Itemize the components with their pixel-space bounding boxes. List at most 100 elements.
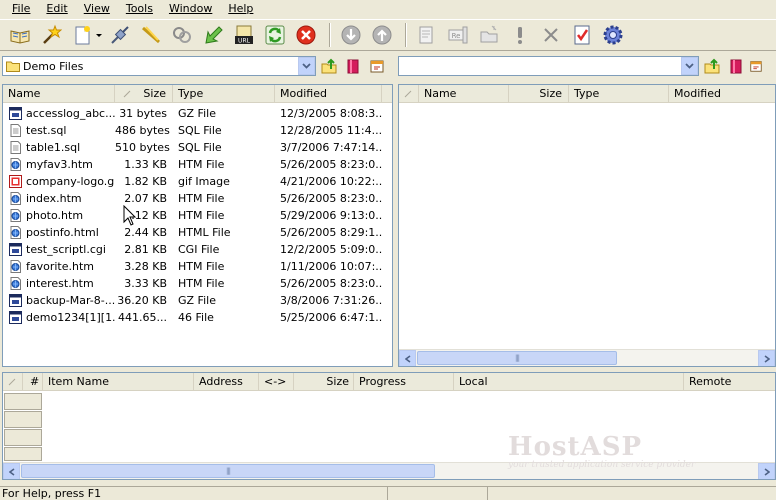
wizard-button[interactable] — [37, 21, 65, 49]
url-button[interactable]: URL — [230, 21, 258, 49]
right-bookmark-button[interactable] — [725, 56, 747, 76]
left-up-folder-button[interactable] — [318, 56, 340, 76]
column-local[interactable]: Local — [454, 373, 684, 391]
delete-button[interactable] — [537, 21, 565, 49]
chevron-left-icon — [404, 354, 410, 363]
chevron-left-icon — [8, 467, 14, 476]
column-sort[interactable] — [3, 373, 23, 391]
left-path-dropdown[interactable] — [298, 57, 315, 75]
open-book-button[interactable] — [6, 21, 34, 49]
file-row[interactable]: accesslog_abc... 31 bytes GZ File 12/3/2005… — [3, 105, 382, 122]
column-sort[interactable] — [399, 85, 419, 103]
download-button[interactable] — [199, 21, 227, 49]
column-size[interactable]: Size — [294, 373, 354, 391]
sync-button[interactable] — [168, 21, 196, 49]
column-type[interactable]: Type — [569, 85, 669, 103]
menu-tools[interactable]: Tools — [118, 0, 161, 18]
new-folder-button[interactable] — [475, 21, 503, 49]
column-name[interactable]: Name — [419, 85, 509, 103]
column-item-name[interactable]: Item Name — [43, 373, 194, 391]
new-folder-icon — [480, 25, 498, 43]
column-direction[interactable]: <-> — [259, 373, 294, 391]
move-up-button[interactable] — [368, 21, 396, 49]
file-row[interactable]: test_scriptl.cgi 2.81 KB CGI File 12/2/2005… — [3, 241, 382, 258]
move-down-icon — [341, 25, 361, 45]
move-down-button[interactable] — [337, 21, 365, 49]
column-progress[interactable]: Progress — [354, 373, 454, 391]
download-arrow-icon — [205, 26, 223, 44]
column-type[interactable]: Type — [173, 85, 275, 103]
right-path-combo[interactable] — [398, 56, 699, 76]
left-bookmark-button[interactable] — [342, 56, 364, 76]
disconnect-button[interactable] — [137, 21, 165, 49]
alert-button[interactable] — [506, 21, 534, 49]
menu-help[interactable]: Help — [220, 0, 261, 18]
connect-button[interactable] — [106, 21, 134, 49]
file-modified: 1/11/2006 10:07:... — [280, 260, 382, 273]
file-row[interactable]: photo.htm 2.12 KB HTM File 5/29/2006 9:13:0… — [3, 207, 382, 224]
file-modified: 5/26/2005 8:29:1... — [280, 226, 382, 239]
remote-file-list[interactable]: Name Size Type Modified ||| — [398, 84, 776, 367]
svg-text:Re: Re — [452, 32, 461, 40]
chevron-down-icon — [302, 63, 311, 69]
column-modified[interactable]: Modified — [669, 85, 775, 103]
local-file-list-header: Name Size Type Modified — [3, 85, 392, 103]
column-name[interactable]: Name — [3, 85, 115, 103]
file-row[interactable]: index.htm 2.07 KB HTM File 5/26/2005 8:23:0… — [3, 190, 382, 207]
file-row[interactable]: backup-Mar-8-... 36.20 KB GZ File 3/8/2006 … — [3, 292, 382, 309]
new-file-dropdown[interactable] — [95, 21, 103, 49]
settings-button[interactable] — [599, 21, 627, 49]
file-row[interactable]: test.sql 486 bytes SQL File 12/28/2005 11:4… — [3, 122, 382, 139]
new-file-button[interactable] — [68, 21, 96, 49]
file-type: HTM File — [178, 209, 225, 222]
pane-options-icon — [750, 61, 762, 72]
right-path-dropdown[interactable] — [681, 57, 698, 75]
file-row[interactable]: demo1234[1][1... 441.65... 46 File 5/25/200… — [3, 309, 382, 326]
column-modified[interactable]: Modified — [275, 85, 382, 103]
column-number-label: # — [30, 375, 40, 388]
scroll-right-button[interactable] — [758, 350, 775, 366]
scroll-thumb[interactable]: ||| — [417, 351, 617, 365]
scroll-right-button[interactable] — [758, 463, 775, 479]
menu-window[interactable]: Window — [161, 0, 220, 18]
file-name-cell: favorite.htm — [3, 260, 115, 273]
file-type: GZ File — [178, 107, 216, 120]
left-pane-options-button[interactable] — [366, 56, 388, 76]
chevron-right-icon — [764, 354, 770, 363]
file-row[interactable]: table1.sql 510 bytes SQL File 3/7/2006 7:47… — [3, 139, 382, 156]
scroll-thumb[interactable]: ||| — [21, 464, 435, 478]
column-remote[interactable]: Remote — [684, 373, 775, 391]
scroll-left-button[interactable] — [399, 350, 416, 366]
file-name: favorite.htm — [26, 260, 95, 273]
local-file-list[interactable]: Name Size Type Modified accesslog_abc...… — [2, 84, 393, 367]
column-address[interactable]: Address — [194, 373, 259, 391]
column-size[interactable]: Size — [509, 85, 569, 103]
properties-button[interactable] — [413, 21, 441, 49]
scroll-left-button[interactable] — [3, 463, 20, 479]
right-up-folder-button[interactable] — [701, 56, 723, 76]
file-type: HTM File — [178, 158, 225, 171]
pane-options-icon — [370, 60, 384, 73]
file-row[interactable]: myfav3.htm 1.33 KB HTM File 5/26/2005 8:23:… — [3, 156, 382, 173]
refresh-button[interactable] — [261, 21, 289, 49]
left-path-combo[interactable]: Demo Files — [2, 56, 316, 76]
column-size-label: Size — [326, 375, 349, 388]
remote-horizontal-scrollbar[interactable]: ||| — [399, 349, 775, 366]
menu-file[interactable]: File — [4, 0, 38, 18]
file-row[interactable]: favorite.htm 3.28 KB HTM File 1/11/2006 10:… — [3, 258, 382, 275]
stop-button[interactable] — [292, 21, 320, 49]
file-row[interactable]: interest.htm 3.33 KB HTM File 5/26/2005 8:2… — [3, 275, 382, 292]
remote-file-list-header: Name Size Type Modified — [399, 85, 775, 103]
column-size[interactable]: Size — [115, 85, 173, 103]
menu-edit[interactable]: Edit — [38, 0, 75, 18]
web-file-icon — [9, 260, 22, 273]
file-row[interactable]: company-logo.gif 1.82 KB gif Image 4/21/200… — [3, 173, 382, 190]
right-pane-options-button[interactable] — [749, 56, 763, 76]
queue-row-header — [4, 447, 42, 461]
file-row[interactable]: postinfo.html 2.44 KB HTML File 5/26/2005 8… — [3, 224, 382, 241]
checklist-button[interactable] — [568, 21, 596, 49]
menu-view[interactable]: View — [76, 0, 118, 18]
rename-button[interactable]: Re — [444, 21, 472, 49]
file-modified: 5/29/2006 9:13:0... — [280, 209, 382, 222]
column-number[interactable]: # — [23, 373, 43, 391]
